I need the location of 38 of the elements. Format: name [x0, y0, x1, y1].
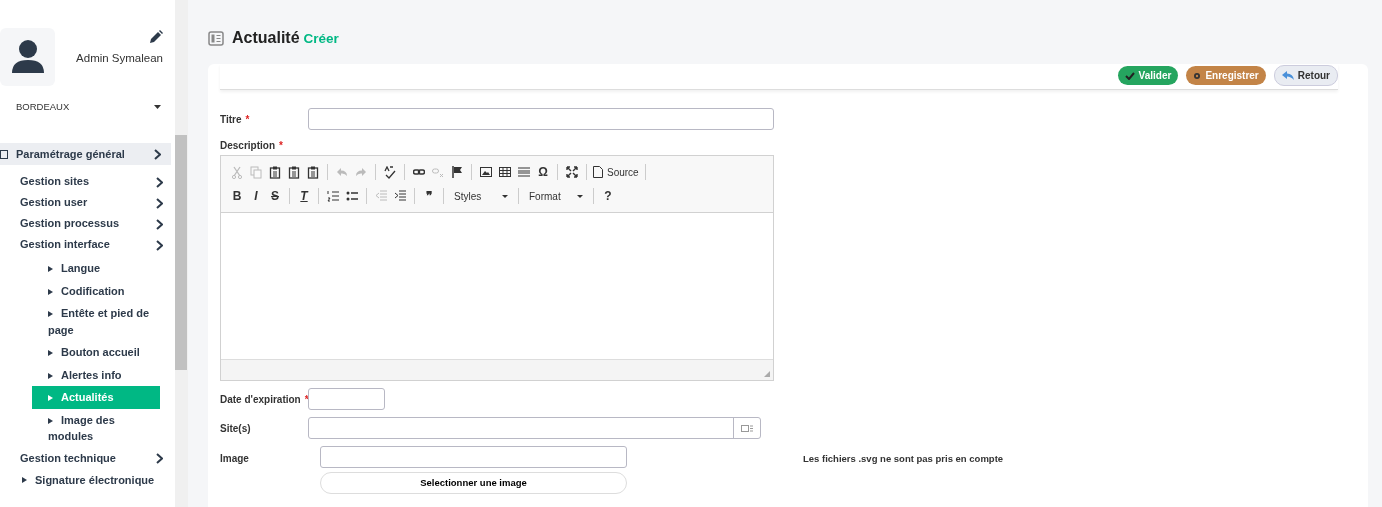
toolbar-button[interactable]: S: [267, 187, 283, 205]
menu-item[interactable]: Gestion user: [0, 192, 175, 213]
menu-item[interactable]: Gestion interface: [0, 234, 175, 255]
menu-item[interactable]: Gestion technique: [0, 447, 175, 469]
user-name: Admin Symalean: [76, 50, 163, 66]
menu-item[interactable]: Codification: [32, 279, 160, 302]
menu-item[interactable]: Image des modules: [32, 408, 160, 448]
menu-item[interactable]: Alertes info: [32, 363, 160, 386]
field-label: Description: [220, 139, 275, 153]
field-label: Date d'expiration: [220, 392, 301, 407]
toolbar-button[interactable]: I: [248, 187, 264, 205]
menu-item[interactable]: Langue: [32, 257, 160, 280]
style-dropdown[interactable]: Format: [525, 187, 587, 205]
field-label: Site(s): [220, 421, 251, 436]
menu-item[interactable]: Signature électronique: [0, 468, 175, 491]
site-select[interactable]: BORDEAUX: [0, 95, 175, 119]
required-mark: *: [245, 112, 250, 127]
menu-item[interactable]: Paramétrage général: [0, 143, 171, 165]
menu-item[interactable]: Bouton accueil: [32, 341, 160, 364]
toolbar-button[interactable]: ?: [600, 187, 616, 205]
menu-item[interactable]: Entête et pied de page: [32, 302, 160, 341]
menu-item[interactable]: Gestion sites: [0, 171, 175, 192]
image-note: Les fichiers .svg ne sont pas pris en compte: [803, 452, 1004, 466]
toolbar-button[interactable]: Ω: [535, 163, 551, 181]
source-button[interactable]: Source: [593, 163, 639, 181]
required-mark: *: [304, 392, 309, 407]
style-dropdown[interactable]: Styles: [450, 187, 512, 205]
page-subtitle: Créer: [303, 29, 339, 48]
menu-item[interactable]: Gestion processus: [0, 213, 175, 234]
field-label: Image: [220, 452, 249, 466]
clear-format-button[interactable]: T: [296, 187, 312, 205]
page-title: Actualité: [232, 28, 300, 48]
select-image-button[interactable]: Selectionner une image: [320, 472, 627, 494]
field-label: Titre: [220, 112, 242, 127]
toolbar-button[interactable]: ❞: [421, 187, 437, 205]
back-button[interactable]: Retour: [1273, 65, 1338, 86]
required-mark: *: [279, 139, 283, 153]
toolbar-button[interactable]: B: [229, 187, 245, 205]
